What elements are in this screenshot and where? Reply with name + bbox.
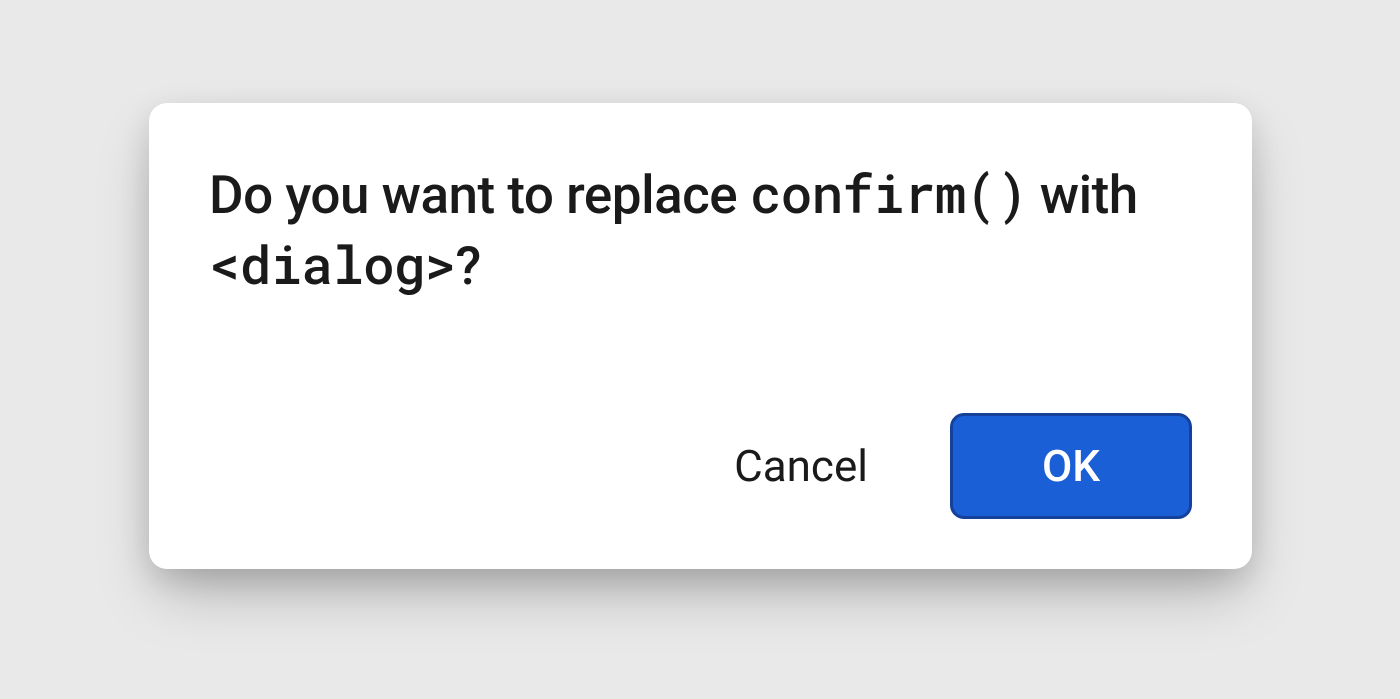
message-suffix: ?	[455, 235, 480, 297]
message-code-dialog: <dialog>	[209, 229, 455, 299]
message-code-confirm: confirm()	[750, 158, 1027, 228]
dialog-message: Do you want to replace confirm() with <d…	[209, 159, 1192, 301]
cancel-button[interactable]: Cancel	[724, 420, 878, 512]
ok-button[interactable]: OK	[950, 413, 1192, 519]
message-middle: with	[1027, 164, 1138, 226]
message-prefix: Do you want to replace	[209, 164, 750, 226]
dialog-actions: Cancel OK	[209, 413, 1192, 519]
confirm-dialog: Do you want to replace confirm() with <d…	[149, 103, 1252, 569]
